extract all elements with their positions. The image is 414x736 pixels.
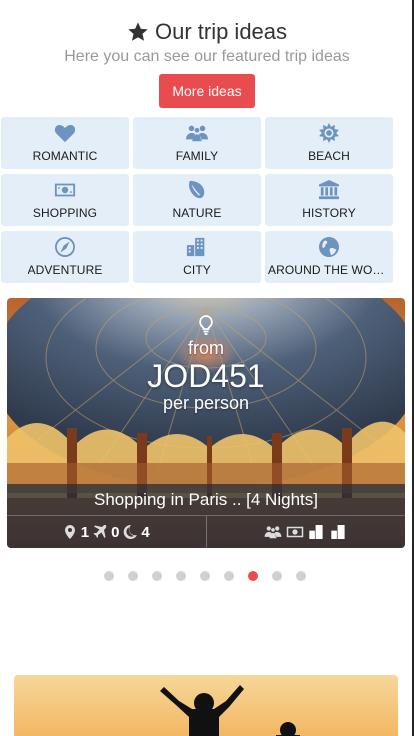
category-city[interactable]: CITY: [133, 231, 261, 283]
featured-trip-card[interactable]: from JOD451 per person Shopping in Paris…: [7, 298, 405, 548]
destinations-count: 1: [80, 523, 90, 541]
category-nature[interactable]: NATURE: [133, 174, 261, 226]
category-label: ROMANTIC: [32, 149, 98, 163]
category-around-the-world[interactable]: AROUND THE WORLD: [265, 231, 393, 283]
header: Our trip ideas Here you can see our feat…: [0, 0, 414, 108]
category-label: CITY: [183, 263, 211, 277]
money-icon: [54, 180, 76, 200]
trip-stats: 1 0 4: [7, 516, 207, 548]
building-icon: [186, 237, 208, 257]
sunset-silhouette-image: [14, 675, 398, 736]
carousel-dot[interactable]: [128, 571, 138, 581]
compass-icon: [54, 237, 76, 257]
category-romantic[interactable]: ROMANTIC: [1, 117, 129, 169]
carousel-dot[interactable]: [200, 571, 210, 581]
carousel-dot-active[interactable]: [248, 571, 258, 581]
plane-icon: [93, 525, 107, 538]
city-icon: [309, 525, 323, 539]
money-icon: [286, 526, 303, 538]
category-beach[interactable]: BEACH: [265, 117, 393, 169]
carousel-dot[interactable]: [152, 571, 162, 581]
family-icon: [264, 526, 282, 539]
price-overlay: from JOD451 per person: [7, 314, 405, 413]
category-label: NATURE: [172, 206, 222, 220]
category-label: AROUND THE WORLD: [268, 263, 390, 277]
carousel-dot[interactable]: [104, 571, 114, 581]
map-marker-icon: [64, 525, 75, 539]
flights-count: 0: [111, 523, 120, 541]
category-label: HISTORY: [302, 206, 356, 220]
category-family[interactable]: FAMILY: [133, 117, 261, 169]
carousel-dot[interactable]: [224, 571, 234, 581]
nights-count: 4: [141, 523, 150, 541]
lightbulb-icon: [197, 314, 215, 336]
leaf-icon: [186, 180, 208, 200]
carousel-dot[interactable]: [176, 571, 186, 581]
carousel-dot[interactable]: [296, 571, 306, 581]
moon-icon: [124, 525, 138, 539]
globe-icon: [318, 237, 340, 257]
page-title: Our trip ideas: [0, 18, 414, 46]
category-adventure[interactable]: ADVENTURE: [1, 231, 129, 283]
heart-icon: [54, 123, 76, 143]
price-suffix: per person: [162, 393, 250, 413]
carousel-dot[interactable]: [272, 571, 282, 581]
trip-info-bar: Shopping in Paris .. [4 Nights] 1 0 4: [7, 484, 405, 548]
category-grid: ROMANTIC FAMILY BEACH SHOPPING NATURE HI…: [1, 117, 394, 283]
category-label: ADVENTURE: [27, 263, 103, 277]
museum-icon: [318, 180, 340, 200]
city-icon: [331, 525, 345, 539]
category-label: BEACH: [308, 149, 350, 163]
more-ideas-button[interactable]: More ideas: [159, 74, 255, 108]
family-icon: [186, 123, 208, 143]
price-amount: JOD451: [147, 358, 265, 394]
trip-meta: 1 0 4: [7, 515, 405, 548]
category-shopping[interactable]: SHOPPING: [1, 174, 129, 226]
category-history[interactable]: HISTORY: [265, 174, 393, 226]
sun-icon: [318, 123, 340, 143]
page-subtitle: Here you can see our featured trip ideas: [64, 48, 350, 65]
trip-categories: [207, 516, 406, 548]
star-icon: [128, 22, 148, 41]
next-section-image: [14, 675, 398, 736]
trip-title: Shopping in Paris .. [4 Nights]: [94, 490, 318, 509]
category-label: FAMILY: [175, 149, 219, 163]
category-label: SHOPPING: [32, 206, 98, 220]
trip-ideas-page: Our trip ideas Here you can see our feat…: [0, 0, 414, 736]
carousel-dots: [104, 571, 306, 581]
page-title-text: Our trip ideas: [154, 19, 288, 44]
price-prefix: from: [188, 338, 224, 358]
